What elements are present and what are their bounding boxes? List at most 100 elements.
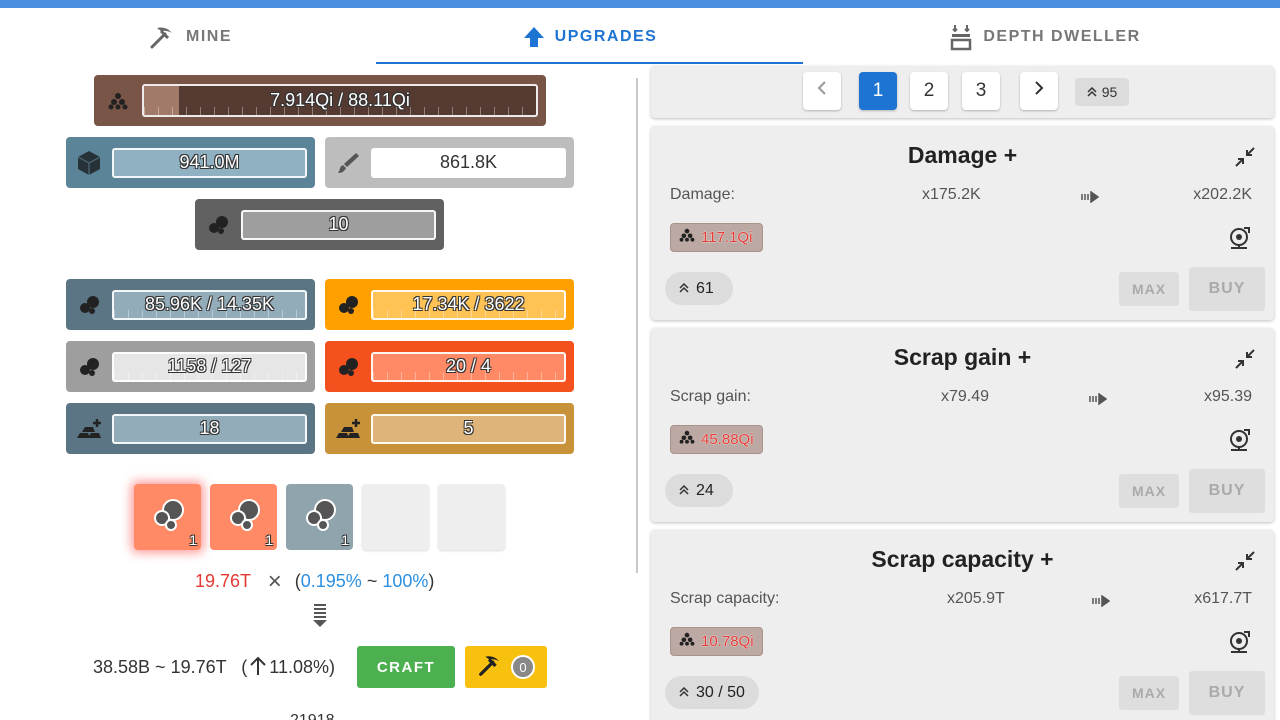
craft-chance-min: 0.195% (300, 571, 362, 591)
page-1-button[interactable]: 1 (859, 72, 897, 110)
ore-slate-amount: 85.96K / 14.35K (144, 294, 275, 314)
upgrade-level: 24 (665, 474, 733, 507)
scrap-bar: 7.914Qi / 88.11Qi (94, 75, 546, 126)
max-button[interactable]: MAX (1119, 474, 1179, 508)
partial-bottom-value: 21918 (290, 712, 335, 720)
double-chevron-up-icon (1087, 84, 1097, 100)
brush-icon (325, 137, 371, 188)
scrap-pile-icon (679, 228, 695, 247)
arrow-up-thin-icon (249, 656, 267, 681)
buy-button[interactable]: BUY (1189, 267, 1265, 311)
cube-icon (66, 137, 112, 188)
chevron-right-icon (1034, 80, 1044, 102)
stat-current: x79.49 (941, 388, 990, 405)
scrap-amount: 7.914Qi / 88.11Qi (270, 90, 410, 110)
craft-slot-3[interactable]: 1 (286, 484, 353, 550)
ore-icon (325, 279, 371, 330)
craft-slot-5[interactable] (438, 484, 505, 550)
double-chevron-up-icon (679, 482, 689, 500)
ingot-stack-icon (325, 403, 371, 454)
craft-slot-2[interactable]: 1 (210, 484, 277, 550)
collapse-icon[interactable] (1234, 348, 1256, 375)
ingot-slate-resource: 18 (66, 403, 315, 454)
cube-resource: 941.0M (66, 137, 315, 188)
double-chevron-up-icon (679, 684, 689, 702)
upgrade-level: 30 / 50 (665, 676, 759, 709)
prev-page-button[interactable] (803, 72, 841, 110)
pickaxe-count: 0 (511, 655, 535, 679)
stat-label: Damage: (670, 186, 735, 203)
arrow-down-icon (311, 603, 329, 634)
scrap-pile-icon (679, 430, 695, 449)
craft-chance-line: 19.76T × (0.195% ~ 100%) (195, 568, 435, 595)
slot-count: 1 (341, 532, 349, 548)
craft-button[interactable]: CRAFT (357, 646, 455, 688)
ingot-gold-resource: 5 (325, 403, 574, 454)
ingot-gold-amount: 5 (463, 418, 474, 438)
panel-divider (636, 78, 638, 573)
tab-upgrades-label: UPGRADES (554, 27, 658, 45)
target-icon[interactable] (1227, 226, 1251, 255)
top-accent-strip (0, 0, 1280, 8)
upgrade-cost: 45.88Qi (670, 425, 763, 454)
next-page-button[interactable] (1020, 72, 1058, 110)
buy-button[interactable]: BUY (1189, 469, 1265, 513)
target-icon[interactable] (1227, 428, 1251, 457)
stat-current: x205.9T (947, 590, 1005, 607)
max-button[interactable]: MAX (1119, 272, 1179, 306)
stat-next: x202.2K (1193, 186, 1252, 203)
chevron-left-icon (817, 80, 827, 102)
stat-next: x617.7T (1194, 590, 1252, 607)
ore-icon (66, 279, 112, 330)
tab-mine-label: MINE (186, 27, 232, 45)
dark-ore-resource: 10 (195, 199, 444, 250)
brush-amount: 861.8K (439, 152, 498, 172)
upgrade-card-damage: Damage + Damage: x175.2K x202.2K 117.1Qi… (651, 126, 1274, 320)
page-3-button[interactable]: 3 (962, 72, 1000, 110)
ore-cluster-icon (150, 498, 186, 537)
ore-cluster-icon (302, 498, 338, 537)
upgrade-cost: 10.78Qi (670, 627, 763, 656)
stat-label: Scrap gain: (670, 388, 751, 405)
active-tab-indicator (376, 62, 803, 64)
upgrade-title: Scrap gain + (893, 344, 1032, 370)
arrow-right-icon (1089, 392, 1108, 410)
buy-button[interactable]: BUY (1189, 671, 1265, 715)
ore-grey-amount: 1158 / 127 (167, 356, 252, 376)
tab-mine[interactable]: MINE (130, 8, 250, 65)
target-icon[interactable] (1227, 630, 1251, 659)
craft-slot-1[interactable]: 1 (134, 484, 201, 550)
page-2-button[interactable]: 2 (910, 72, 948, 110)
craft-result-range: 38.58B ~ 19.76T (93, 657, 227, 677)
collapse-icon[interactable] (1234, 146, 1256, 173)
ore-icon (66, 341, 112, 392)
craft-result-percent: 11.08%) (269, 657, 336, 677)
upgrade-level-badge: 95 (1075, 78, 1129, 106)
upgrade-card-scrap-gain: Scrap gain + Scrap gain: x79.49 x95.39 4… (651, 328, 1274, 522)
ore-icon (325, 341, 371, 392)
ore-grey-resource: 1158 / 127 (66, 341, 315, 392)
slot-count: 1 (265, 532, 273, 548)
max-button[interactable]: MAX (1119, 676, 1179, 710)
ore-amber-resource: 17.34K / 3622 (325, 279, 574, 330)
slot-count: 1 (189, 532, 197, 548)
scrap-pile-icon (94, 75, 142, 126)
stat-next: x95.39 (1203, 388, 1252, 405)
tab-depth-dweller-label: DEPTH DWELLER (983, 27, 1141, 45)
brush-resource: 861.8K (325, 137, 574, 188)
upgrade-title: Damage + (907, 142, 1018, 168)
stat-current: x175.2K (922, 186, 981, 203)
tab-upgrades[interactable]: UPGRADES (500, 8, 680, 65)
ingot-stack-icon (66, 403, 112, 454)
arrow-right-icon (1092, 594, 1111, 612)
ore-red-amount: 20 / 4 (445, 356, 492, 376)
main-tabs: MINE UPGRADES DEPTH DWELLER (0, 8, 1280, 65)
collapse-icon[interactable] (1234, 550, 1256, 577)
arrow-up-icon (523, 25, 545, 49)
craft-slot-4[interactable] (362, 484, 429, 550)
pickaxe-icon (477, 652, 503, 683)
tab-depth-dweller[interactable]: DEPTH DWELLER (940, 8, 1150, 65)
depth-icon (949, 23, 973, 51)
pickaxe-button[interactable]: 0 (465, 646, 547, 688)
ingot-slate-amount: 18 (199, 418, 220, 438)
